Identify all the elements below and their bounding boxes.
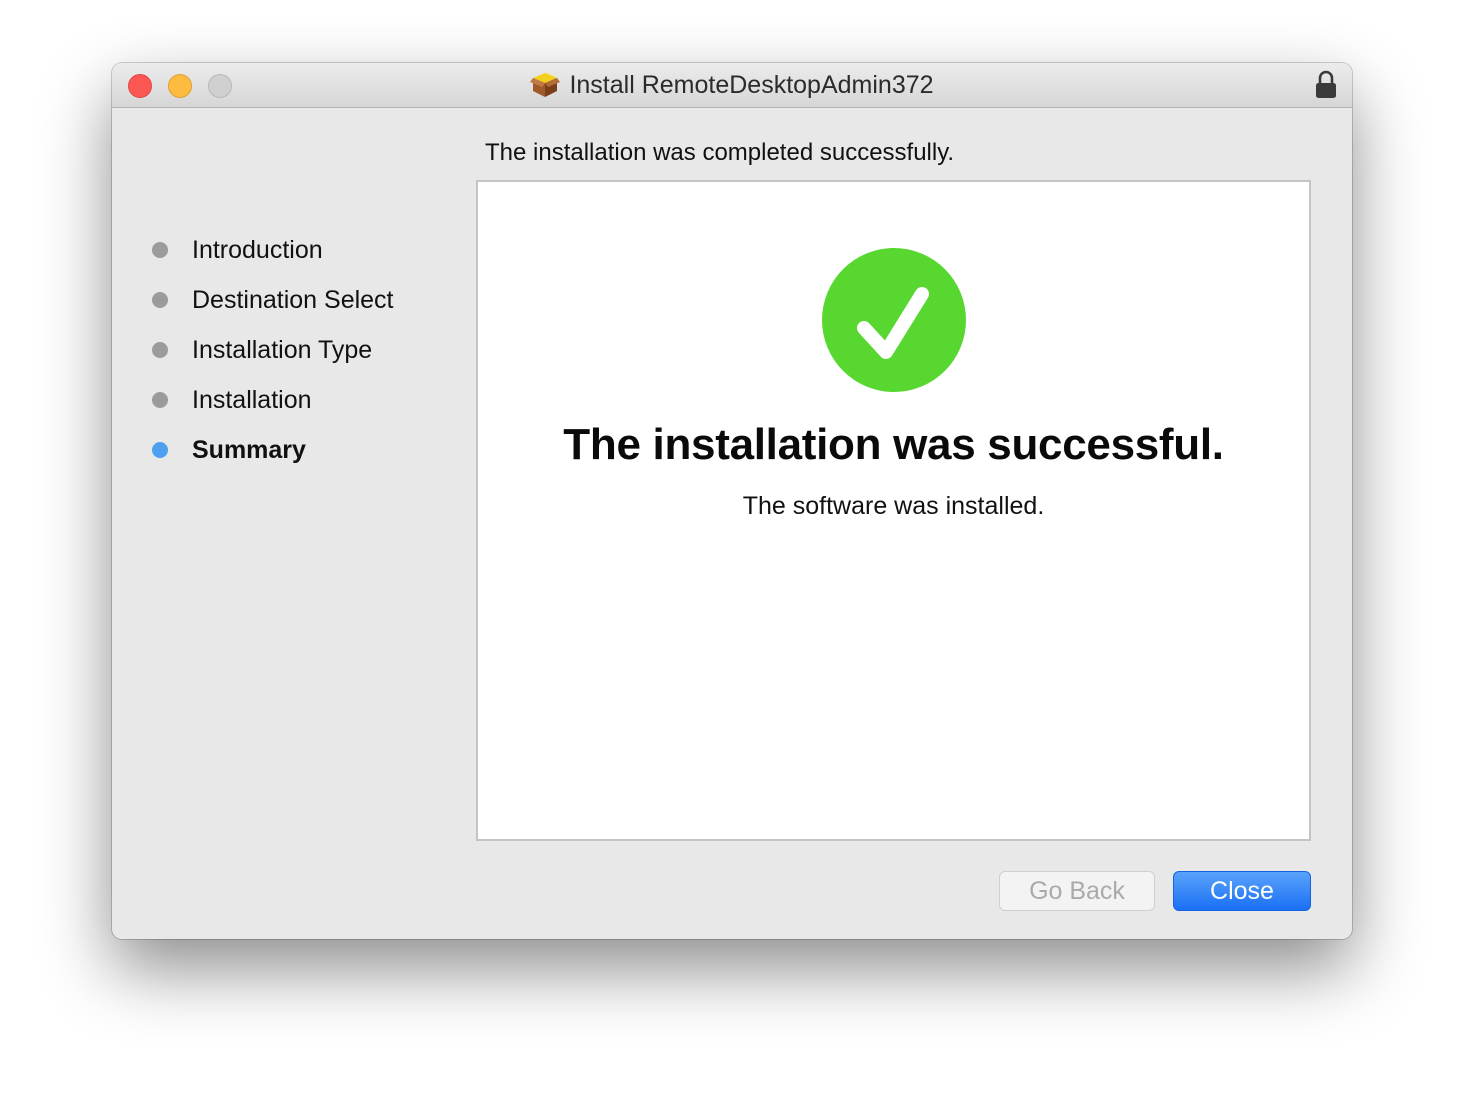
package-icon bbox=[530, 72, 561, 97]
content-panel: The installation was successful. The sof… bbox=[476, 180, 1311, 841]
step-destination-select: Destination Select bbox=[148, 275, 394, 325]
success-title: The installation was successful. bbox=[563, 420, 1224, 469]
steps-sidebar: Introduction Destination Select Installa… bbox=[148, 225, 394, 475]
step-introduction: Introduction bbox=[148, 225, 394, 275]
step-indicator-icon bbox=[152, 342, 168, 358]
checkmark-circle-icon bbox=[822, 248, 966, 392]
step-label: Introduction bbox=[192, 235, 323, 264]
page-heading: The installation was completed successfu… bbox=[485, 139, 955, 166]
step-label: Installation bbox=[192, 385, 312, 414]
step-indicator-icon bbox=[152, 292, 168, 308]
step-summary: Summary bbox=[148, 425, 394, 475]
step-installation-type: Installation Type bbox=[148, 325, 394, 375]
lock-icon[interactable] bbox=[1314, 70, 1338, 100]
go-back-button: Go Back bbox=[999, 871, 1155, 911]
window-title-group: Install RemoteDesktopAdmin372 bbox=[112, 63, 1352, 107]
installer-window: Install RemoteDesktopAdmin372 The instal… bbox=[112, 63, 1352, 939]
step-indicator-icon bbox=[152, 392, 168, 408]
close-button[interactable]: Close bbox=[1173, 871, 1311, 911]
step-installation: Installation bbox=[148, 375, 394, 425]
title-bar[interactable]: Install RemoteDesktopAdmin372 bbox=[112, 63, 1352, 108]
window-title: Install RemoteDesktopAdmin372 bbox=[569, 70, 934, 99]
step-indicator-icon bbox=[152, 242, 168, 258]
step-indicator-active-icon bbox=[152, 442, 168, 458]
step-label: Installation Type bbox=[192, 335, 373, 364]
step-label: Destination Select bbox=[192, 285, 394, 314]
success-message: The software was installed. bbox=[742, 492, 1045, 520]
step-label: Summary bbox=[192, 435, 306, 464]
